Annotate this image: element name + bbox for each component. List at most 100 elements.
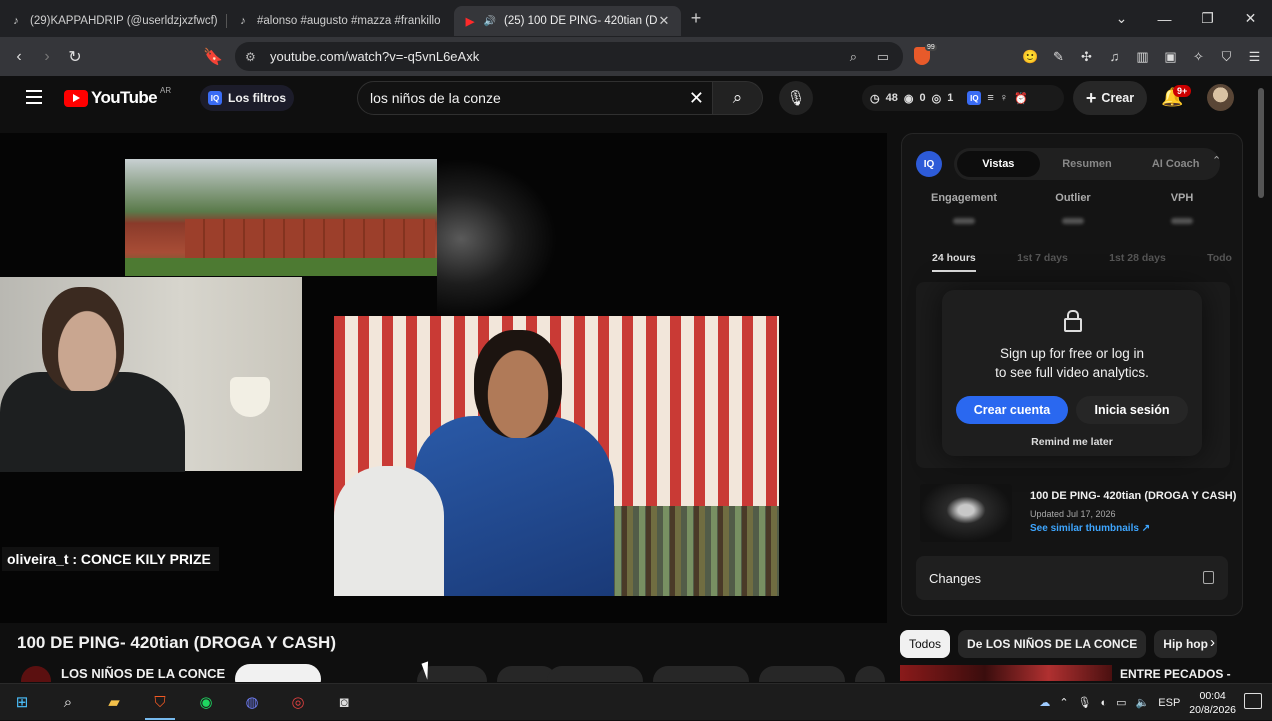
minimize-button[interactable]: — bbox=[1143, 11, 1186, 27]
close-window-button[interactable]: ✕ bbox=[1229, 10, 1272, 27]
metrics-row: Engagement Outlier VPH bbox=[916, 192, 1230, 224]
tab-ai-coach[interactable]: AI Coach bbox=[1134, 151, 1217, 177]
spotify-icon[interactable]: ◉ bbox=[194, 691, 218, 713]
metric-label: VPH bbox=[1170, 192, 1194, 204]
hamburger-menu-icon[interactable] bbox=[26, 90, 42, 104]
wallet-icon[interactable]: ▣ bbox=[1161, 47, 1180, 66]
tab-youtube-active[interactable]: ▶ 🔊 (25) 100 DE PING- 420tian (D ✕ bbox=[454, 6, 681, 36]
clock[interactable]: 00:04 20/8/2026 bbox=[1189, 689, 1236, 717]
bookmark-icon[interactable]: 🔖 bbox=[199, 47, 227, 67]
create-button[interactable]: + Crear bbox=[1073, 81, 1147, 115]
clip-button[interactable] bbox=[547, 666, 643, 682]
subscribe-button[interactable] bbox=[235, 664, 321, 682]
translate-extension-icon[interactable]: ✎ bbox=[1049, 47, 1068, 66]
iq-icon[interactable]: IQ bbox=[967, 91, 982, 105]
close-tab-icon[interactable]: ✕ bbox=[657, 13, 671, 29]
system-tray: ☁ ⌃ 🎙 ◐ ▭ 🔈 ESP 00:04 20/8/2026 bbox=[1039, 684, 1236, 721]
login-button[interactable]: Inicia sesión bbox=[1076, 396, 1188, 424]
url-field[interactable]: ⚙ youtube.com/watch?v=-q5vnL6eAxk ⌕ ▭ bbox=[235, 42, 903, 71]
zoom-icon[interactable]: ⌕ bbox=[850, 49, 857, 65]
video-thumbnail[interactable] bbox=[920, 484, 1012, 542]
menu-icon[interactable]: ☰ bbox=[1245, 47, 1264, 66]
network-icon[interactable]: ◐ bbox=[1101, 697, 1108, 709]
volume-icon[interactable]: 🔈 bbox=[1136, 696, 1150, 709]
period-28d[interactable]: 1st 28 days bbox=[1109, 252, 1166, 272]
emoji-extension-icon[interactable]: 🙂 bbox=[1021, 47, 1040, 66]
windows-taskbar: ⊞ ⌕ ▰ ⛉ ◉ ◍ ◎ ◙ ☁ ⌃ 🎙 ◐ ▭ 🔈 ESP 00:04 20… bbox=[0, 683, 1272, 720]
music-icon[interactable]: ♫ bbox=[1105, 47, 1124, 66]
vidiq-stats-bar[interactable]: ◷ 48 ◉ 0 ◎ 1 IQ ≡ ♀ ⏰ bbox=[862, 85, 1064, 111]
user-avatar[interactable] bbox=[1207, 84, 1234, 111]
tab-search-icon[interactable]: ⌄ bbox=[1100, 10, 1143, 27]
tiktok-icon: ♪ bbox=[240, 15, 246, 27]
lock-icon bbox=[1203, 571, 1214, 584]
changes-row[interactable]: Changes bbox=[916, 556, 1228, 600]
battery-icon[interactable]: ▭ bbox=[1116, 696, 1126, 709]
search-button[interactable]: ⌕ bbox=[713, 81, 763, 115]
iq-icon: IQ bbox=[916, 151, 942, 177]
site-info-icon[interactable]: ⚙ bbox=[245, 50, 256, 64]
discord-icon[interactable]: ◍ bbox=[240, 691, 264, 713]
puzzle-extension-icon[interactable]: ✣ bbox=[1077, 47, 1096, 66]
page-scrollbar[interactable] bbox=[1257, 88, 1265, 678]
new-tab-button[interactable]: + bbox=[681, 8, 711, 29]
create-label: Crear bbox=[1101, 91, 1135, 105]
collapse-chevron-icon[interactable]: ⌃ bbox=[1212, 154, 1221, 167]
alarm-icon[interactable]: ⏰ bbox=[1014, 92, 1028, 105]
sidebar-icon[interactable]: ▥ bbox=[1133, 47, 1152, 66]
remind-later-link[interactable]: Remind me later bbox=[942, 436, 1202, 448]
period-24h[interactable]: 24 hours bbox=[932, 252, 976, 272]
related-thumbnail[interactable] bbox=[900, 665, 1112, 681]
channel-row: LOS NIÑOS DE LA CONCE bbox=[17, 664, 887, 682]
channel-avatar[interactable] bbox=[21, 666, 51, 682]
chip-hiphop[interactable]: Hip hop bbox=[1154, 630, 1217, 658]
clock-icon: ◷ bbox=[870, 92, 880, 105]
file-explorer-icon[interactable]: ▰ bbox=[102, 691, 126, 713]
save-button[interactable] bbox=[653, 666, 749, 682]
related-title[interactable]: ENTRE PECADOS - bbox=[1120, 667, 1231, 681]
similar-thumbnails-link[interactable]: See similar thumbnails ↗ bbox=[1030, 523, 1150, 534]
forward-icon[interactable]: › bbox=[33, 48, 61, 66]
youtube-logo[interactable]: YouTube AR bbox=[64, 85, 172, 108]
period-7d[interactable]: 1st 7 days bbox=[1017, 252, 1068, 272]
channel-name[interactable]: LOS NIÑOS DE LA CONCE bbox=[61, 666, 225, 681]
list-icon[interactable]: ≡ bbox=[987, 92, 993, 104]
vidiq-panel: IQ Vistas Resumen AI Coach ⌃ Engagement … bbox=[901, 133, 1243, 616]
speaker-icon[interactable]: 🔊 bbox=[484, 15, 496, 27]
chip-todos[interactable]: Todos bbox=[900, 630, 951, 658]
more-actions-button[interactable] bbox=[855, 666, 885, 682]
chip-channel[interactable]: De LOS NIÑOS DE LA CONCE bbox=[958, 630, 1147, 658]
vpn-shield-icon[interactable]: ⛉ bbox=[1217, 47, 1236, 66]
windows-start-icon[interactable]: ⊞ bbox=[10, 691, 34, 713]
brave-browser-icon[interactable]: ⛉ bbox=[148, 691, 172, 713]
tab-resumen[interactable]: Resumen bbox=[1046, 151, 1129, 177]
tab-tiktok-alonso[interactable]: ♪ #alonso #augusto #mazza #frankillo bbox=[227, 6, 454, 36]
period-all[interactable]: Todo bbox=[1207, 252, 1232, 272]
clear-search-icon[interactable]: ✕ bbox=[689, 88, 704, 109]
country-code: AR bbox=[160, 85, 172, 95]
filters-button[interactable]: IQ Los filtros bbox=[200, 85, 295, 111]
back-icon[interactable]: ‹ bbox=[5, 48, 33, 66]
search-icon[interactable]: ⌕ bbox=[56, 691, 80, 713]
tab-vistas[interactable]: Vistas bbox=[957, 151, 1040, 177]
language-indicator[interactable]: ESP bbox=[1158, 697, 1180, 709]
cast-icon[interactable]: ▭ bbox=[877, 49, 889, 65]
create-account-button[interactable]: Crear cuenta bbox=[956, 396, 1068, 424]
tray-chevron-icon[interactable]: ⌃ bbox=[1059, 696, 1068, 709]
search-input[interactable]: los niños de la conze ✕ bbox=[357, 81, 713, 115]
weather-icon[interactable]: ☁ bbox=[1039, 696, 1050, 709]
tab-tiktok-kappahdrip[interactable]: ♪ (29)KAPPAHDRIP (@userldzjxzfwcf) | bbox=[0, 6, 227, 36]
leo-ai-icon[interactable]: ✧ bbox=[1189, 47, 1208, 66]
window-controls: ⌄ — ❐ ✕ bbox=[1100, 0, 1272, 37]
video-player[interactable]: oliveira_t : CONCE KILY PRIZE bbox=[0, 133, 887, 623]
voice-search-button[interactable]: 🎙 bbox=[779, 81, 813, 115]
notification-center-icon[interactable] bbox=[1244, 693, 1262, 709]
obs-icon[interactable]: ◎ bbox=[286, 691, 310, 713]
app-icon[interactable]: ◙ bbox=[332, 691, 356, 713]
reload-icon[interactable]: ↻ bbox=[61, 47, 89, 67]
chevron-right-icon[interactable]: › bbox=[1210, 634, 1215, 651]
award-icon[interactable]: ♀ bbox=[1000, 92, 1008, 104]
restore-button[interactable]: ❐ bbox=[1186, 10, 1229, 27]
download-button[interactable] bbox=[759, 666, 845, 682]
microphone-icon[interactable]: 🎙 bbox=[1078, 696, 1092, 709]
